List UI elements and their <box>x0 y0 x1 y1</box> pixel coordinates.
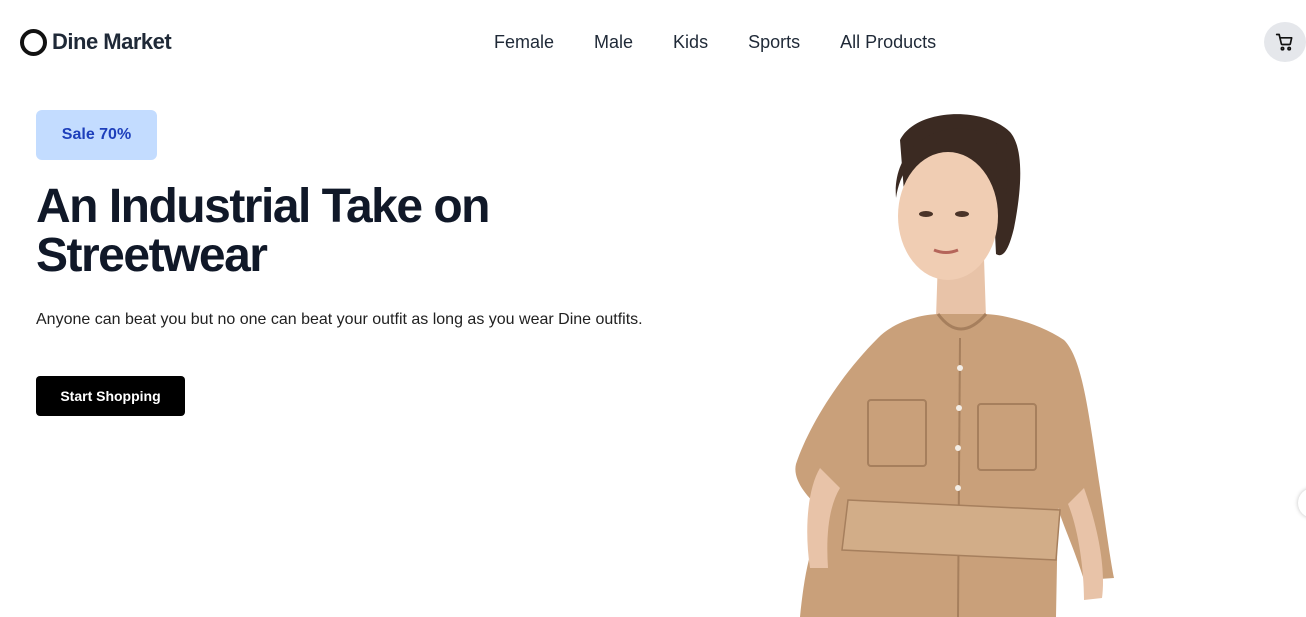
hero-title: An Industrial Take on Streetwear <box>36 180 491 282</box>
nav-link-female[interactable]: Female <box>494 30 554 54</box>
nav-link-sports[interactable]: Sports <box>748 30 800 54</box>
hero-description: Anyone can beat you but no one can beat … <box>36 311 643 328</box>
ring-logo-icon <box>20 28 47 56</box>
belt-shape <box>841 499 1061 561</box>
sale-badge: Sale 70% <box>36 110 157 160</box>
brand-name: Dine Market <box>52 29 172 54</box>
cart-icon <box>1275 33 1293 51</box>
dress-shape <box>795 314 1114 617</box>
start-shopping-button[interactable]: Start Shopping <box>36 376 185 416</box>
cart-button[interactable] <box>1264 22 1306 62</box>
carousel-next-button[interactable] <box>1298 488 1306 518</box>
model-photo <box>795 114 1114 617</box>
nav-link-male[interactable]: Male <box>594 30 633 54</box>
face-shape <box>898 152 998 280</box>
site-header: Dine Market Female Male Kids Sports All … <box>0 0 1306 84</box>
main-nav: Female Male Kids Sports All Products <box>494 30 936 54</box>
brand-logo[interactable]: Dine Market <box>20 28 172 56</box>
nav-link-kids[interactable]: Kids <box>673 30 708 54</box>
nav-link-all-products[interactable]: All Products <box>840 30 936 54</box>
